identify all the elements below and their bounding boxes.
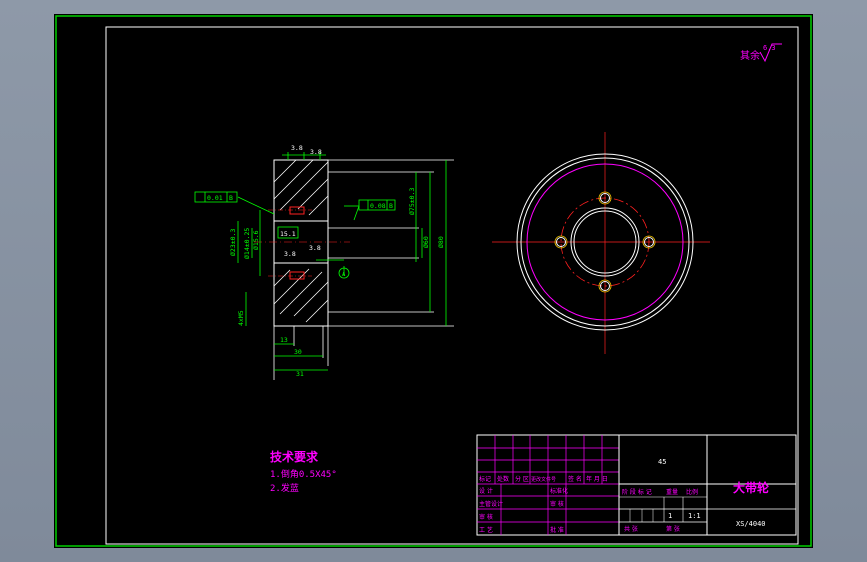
dim-mid-right: 3.8 — [309, 244, 321, 252]
dim-width-a: 13 — [280, 336, 288, 344]
material-value: 45 — [658, 458, 666, 466]
scale-label: 比例 — [686, 488, 698, 496]
section-dimensions — [194, 152, 447, 371]
dim-dia-groove: Ø75±0.3 — [408, 188, 416, 215]
hdr-change-doc: 更改文件号 — [531, 476, 556, 483]
cad-viewport: 其余 6.3 3.8 3.8 0.01 B 0.08 B 15.1 3.8 3.… — [0, 0, 867, 562]
flatness-value: 0.01 — [207, 194, 223, 202]
dim-dia-a: Ø23±0.3 — [229, 229, 237, 256]
dim-width-c: 31 — [296, 370, 304, 378]
drawing-number: XS/4040 — [736, 520, 766, 528]
stage-label: 阶 段 标 记 — [622, 488, 652, 496]
dim-mid: 15.1 — [280, 230, 296, 238]
sheets-label: 共 张 — [624, 525, 638, 533]
dim-dia-b: Ø14±0.25 — [243, 228, 251, 259]
outer-border — [55, 15, 812, 547]
dim-top-a: 3.8 — [291, 144, 303, 152]
roughness-note: 其余 6.3 — [740, 43, 782, 63]
section-view — [254, 159, 454, 380]
part-title: 大带轮 — [733, 480, 770, 495]
scale-value: 1:1 — [688, 512, 701, 520]
requirements-heading: 技术要求 — [270, 449, 319, 464]
checker-label-2: 审 核 — [550, 500, 564, 508]
screw-hole-lower — [289, 271, 305, 280]
section-dimension-labels: 3.8 3.8 0.01 B 0.08 B 15.1 3.8 3.8 A 13 … — [207, 144, 445, 378]
hdr-date: 年 月 日 — [586, 475, 608, 483]
inner-frame — [105, 26, 799, 545]
hub-outline — [273, 159, 329, 327]
main-designer-label: 主管设计 — [479, 500, 503, 508]
sheet-label: 第 张 — [666, 525, 680, 533]
runout-ref: B — [389, 202, 393, 210]
dim-dia-max: Ø80 — [437, 236, 445, 248]
dim-width-b: 30 — [294, 348, 302, 356]
dim-dia-outer: Ø60 — [422, 236, 430, 248]
runout-value: 0.08 — [370, 202, 386, 210]
hdr-mark: 标记 — [479, 475, 491, 483]
technical-requirements: 技术要求 1.倒角0.5X45° 2.发蓝 — [270, 449, 337, 494]
hdr-zone: 分 区 — [515, 475, 529, 483]
drawing-canvas: 其余 6.3 3.8 3.8 0.01 B 0.08 B 15.1 3.8 3.… — [55, 15, 812, 547]
process-label: 工 艺 — [479, 526, 493, 534]
dim-dia-c: Ø15.6 — [252, 230, 260, 250]
requirement-2: 2.发蓝 — [270, 482, 299, 494]
requirement-1: 1.倒角0.5X45° — [270, 468, 337, 480]
quantity-value: 1 — [668, 512, 672, 520]
front-view — [492, 132, 710, 354]
hdr-sign: 签 名 — [568, 475, 582, 483]
title-block: 标记 处数 分 区 更改文件号 签 名 年 月 日 设 计 标准化 主管设计 审… — [476, 434, 797, 536]
dim-chamfer: 4xM5 — [237, 310, 245, 326]
standardize-label: 标准化 — [550, 487, 568, 495]
datum-label: A — [342, 272, 346, 278]
approve-label: 批 准 — [550, 526, 564, 534]
checker-label: 审 核 — [479, 513, 493, 521]
hdr-count: 处数 — [497, 475, 509, 483]
screw-hole-upper — [289, 206, 305, 215]
designer-label: 设 计 — [479, 487, 493, 495]
drawing-sheet: 其余 6.3 3.8 3.8 0.01 B 0.08 B 15.1 3.8 3.… — [54, 14, 813, 548]
dim-lower-left: 3.8 — [284, 250, 296, 258]
roughness-label: 其余 — [740, 49, 760, 62]
dim-top-b: 3.8 — [310, 148, 322, 156]
flatness-ref: B — [229, 194, 233, 202]
hatching-lower — [273, 268, 329, 323]
weight-label: 重量 — [666, 488, 678, 496]
